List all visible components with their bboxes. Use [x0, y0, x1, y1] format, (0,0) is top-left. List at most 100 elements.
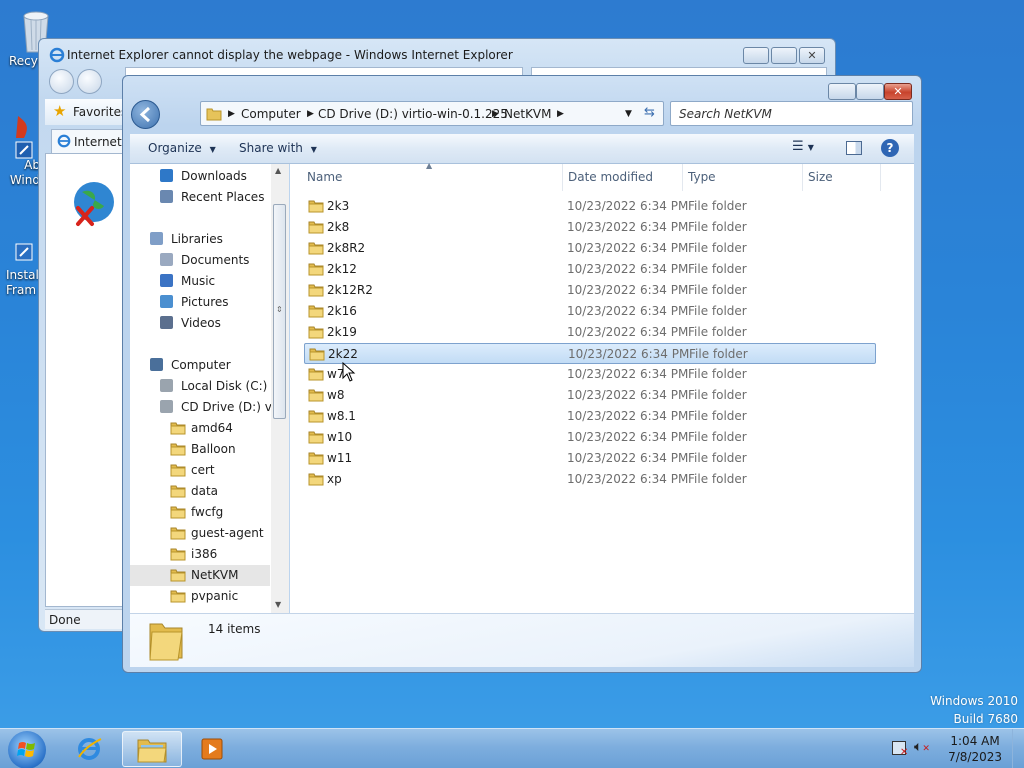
- nav-folder-fwcfg[interactable]: fwcfg: [130, 502, 270, 523]
- desktop-icon-installer[interactable]: Instal Fram: [6, 240, 40, 298]
- organize-button[interactable]: Organize ▼: [148, 141, 216, 155]
- view-options-button[interactable]: ☰ ▼: [792, 139, 814, 154]
- file-row[interactable]: 2k12 10/23/2022 6:34 PM File folder: [304, 259, 876, 280]
- nav-item-computer[interactable]: Computer: [130, 355, 270, 376]
- breadcrumb-separator[interactable]: ▶: [492, 109, 499, 119]
- ie-maximize-button[interactable]: [771, 47, 797, 64]
- nav-folder-data[interactable]: data: [130, 481, 270, 502]
- scroll-up-icon[interactable]: ▲: [275, 166, 281, 175]
- nav-folder-balloon[interactable]: Balloon: [130, 439, 270, 460]
- nav-item-local-disk-c[interactable]: Local Disk (C:): [130, 376, 270, 397]
- nav-item-label: amd64: [191, 421, 233, 435]
- file-type: File folder: [688, 409, 747, 423]
- nav-item-pictures[interactable]: Pictures: [130, 292, 270, 313]
- folder-icon: [308, 472, 324, 486]
- nav-item-label: Documents: [181, 253, 250, 267]
- ie-back-button[interactable]: [49, 69, 74, 94]
- nav-folder-amd64[interactable]: amd64: [130, 418, 270, 439]
- folder-icon: [206, 108, 222, 121]
- file-row[interactable]: 2k8 10/23/2022 6:34 PM File folder: [304, 217, 876, 238]
- file-list[interactable]: ▲ Name Date modified Type Size 2k3 10/23/…: [290, 161, 914, 613]
- column-header-date[interactable]: Date modified: [568, 170, 653, 184]
- breadcrumb-separator[interactable]: ▶: [228, 109, 235, 119]
- address-bar[interactable]: ▶ Computer ▶ CD Drive (D:) virtio-win-0.…: [200, 101, 664, 126]
- nav-item-cd-drive-d[interactable]: CD Drive (D:) virt: [130, 397, 285, 418]
- folder-icon: [308, 262, 324, 276]
- taskbar-clock[interactable]: 1:04 AM 7/8/2023: [948, 733, 1002, 765]
- ie-close-button[interactable]: ✕: [799, 47, 825, 64]
- column-header-size[interactable]: Size: [808, 170, 833, 184]
- nav-item-recent-places[interactable]: Recent Places: [130, 187, 270, 208]
- column-header-name[interactable]: Name: [307, 170, 342, 184]
- nav-folder-netkvm[interactable]: NetKVM: [130, 565, 270, 586]
- folder-large-icon: [149, 623, 183, 661]
- nav-folder-guest-agent[interactable]: guest-agent: [130, 523, 270, 544]
- file-row[interactable]: 2k22 10/23/2022 6:34 PM File folder: [304, 343, 876, 364]
- nav-item-label: CD Drive (D:) virt: [181, 400, 285, 414]
- breadcrumb-netkvm[interactable]: NetKVM: [504, 107, 552, 121]
- file-row[interactable]: xp 10/23/2022 6:34 PM File folder: [304, 469, 876, 490]
- ie-forward-button[interactable]: [77, 69, 102, 94]
- file-row[interactable]: 2k16 10/23/2022 6:34 PM File folder: [304, 301, 876, 322]
- shortcut-icon: [15, 243, 33, 261]
- file-row[interactable]: w8 10/23/2022 6:34 PM File folder: [304, 385, 876, 406]
- pictures-icon: [160, 295, 173, 308]
- scroll-thumb[interactable]: ⇕: [273, 204, 286, 419]
- tray-volume-muted-icon[interactable]: 🔈︎✕: [914, 739, 930, 755]
- breadcrumb-cd-drive[interactable]: CD Drive (D:) virtio-win-0.1.225: [318, 107, 508, 121]
- back-arrow-icon: [139, 106, 151, 123]
- file-row[interactable]: 2k3 10/23/2022 6:34 PM File folder: [304, 196, 876, 217]
- file-date: 10/23/2022 6:34 PM: [567, 241, 689, 255]
- folder-icon: [170, 463, 186, 477]
- refresh-icon[interactable]: ⇆: [644, 105, 655, 120]
- favorites-button[interactable]: Favorites: [73, 105, 127, 119]
- item-count: 14 items: [208, 622, 261, 636]
- breadcrumb-computer[interactable]: Computer: [241, 107, 301, 121]
- nav-scrollbar[interactable]: ▲ ⇕ ▼: [271, 164, 289, 613]
- file-row[interactable]: w8.1 10/23/2022 6:34 PM File folder: [304, 406, 876, 427]
- file-row[interactable]: 2k12R2 10/23/2022 6:34 PM File folder: [304, 280, 876, 301]
- file-name: 2k12R2: [327, 283, 373, 297]
- file-type: File folder: [688, 199, 747, 213]
- downloads-icon: [160, 169, 173, 182]
- nav-item-documents[interactable]: Documents: [130, 250, 270, 271]
- file-row[interactable]: 2k8R2 10/23/2022 6:34 PM File folder: [304, 238, 876, 259]
- taskbar-media-player-button[interactable]: [184, 731, 244, 767]
- file-row[interactable]: w7 10/23/2022 6:34 PM File folder: [304, 364, 876, 385]
- back-button[interactable]: [131, 100, 160, 129]
- taskbar-ie-button[interactable]: [60, 731, 120, 767]
- address-dropdown-icon[interactable]: ▼: [625, 109, 632, 119]
- breadcrumb-separator[interactable]: ▶: [557, 109, 564, 119]
- nav-item-music[interactable]: Music: [130, 271, 270, 292]
- scroll-down-icon[interactable]: ▼: [275, 600, 281, 609]
- breadcrumb-separator[interactable]: ▶: [307, 109, 314, 119]
- navigation-pane[interactable]: Downloads Recent Places Libraries Documents…: [130, 164, 289, 613]
- nav-folder-cert[interactable]: cert: [130, 460, 270, 481]
- share-with-button[interactable]: Share with ▼: [239, 141, 317, 155]
- file-row[interactable]: w11 10/23/2022 6:34 PM File folder: [304, 448, 876, 469]
- explorer-close-button[interactable]: ✕: [884, 83, 912, 100]
- nav-item-videos[interactable]: Videos: [130, 313, 270, 334]
- nav-item-libraries[interactable]: Libraries: [130, 229, 270, 250]
- nav-folder-pvpanic[interactable]: pvpanic: [130, 586, 270, 607]
- search-input[interactable]: Search NetKVM: [679, 107, 772, 121]
- nav-item-downloads[interactable]: Downloads: [130, 166, 270, 187]
- sort-indicator-icon: ▲: [426, 161, 433, 170]
- desktop-icon-label: Ab Wind: [9, 158, 40, 187]
- file-row[interactable]: 2k19 10/23/2022 6:34 PM File folder: [304, 322, 876, 343]
- file-row[interactable]: w10 10/23/2022 6:34 PM File folder: [304, 427, 876, 448]
- column-header-type[interactable]: Type: [688, 170, 716, 184]
- cd-drive-icon: [160, 400, 173, 413]
- nav-folder-i386[interactable]: i386: [130, 544, 270, 565]
- help-icon[interactable]: ?: [881, 139, 899, 157]
- preview-pane-icon[interactable]: [846, 141, 862, 155]
- explorer-minimize-button[interactable]: [828, 83, 856, 100]
- search-box[interactable]: Search NetKVM: [670, 101, 913, 126]
- ie-minimize-button[interactable]: [743, 47, 769, 64]
- explorer-maximize-button[interactable]: [856, 83, 884, 100]
- start-button[interactable]: [8, 731, 46, 768]
- computer-icon: [150, 358, 163, 371]
- show-desktop-button[interactable]: [1012, 729, 1024, 768]
- taskbar-explorer-button[interactable]: [122, 731, 182, 767]
- desktop-icon-adobe[interactable]: Ab Wind: [6, 112, 40, 188]
